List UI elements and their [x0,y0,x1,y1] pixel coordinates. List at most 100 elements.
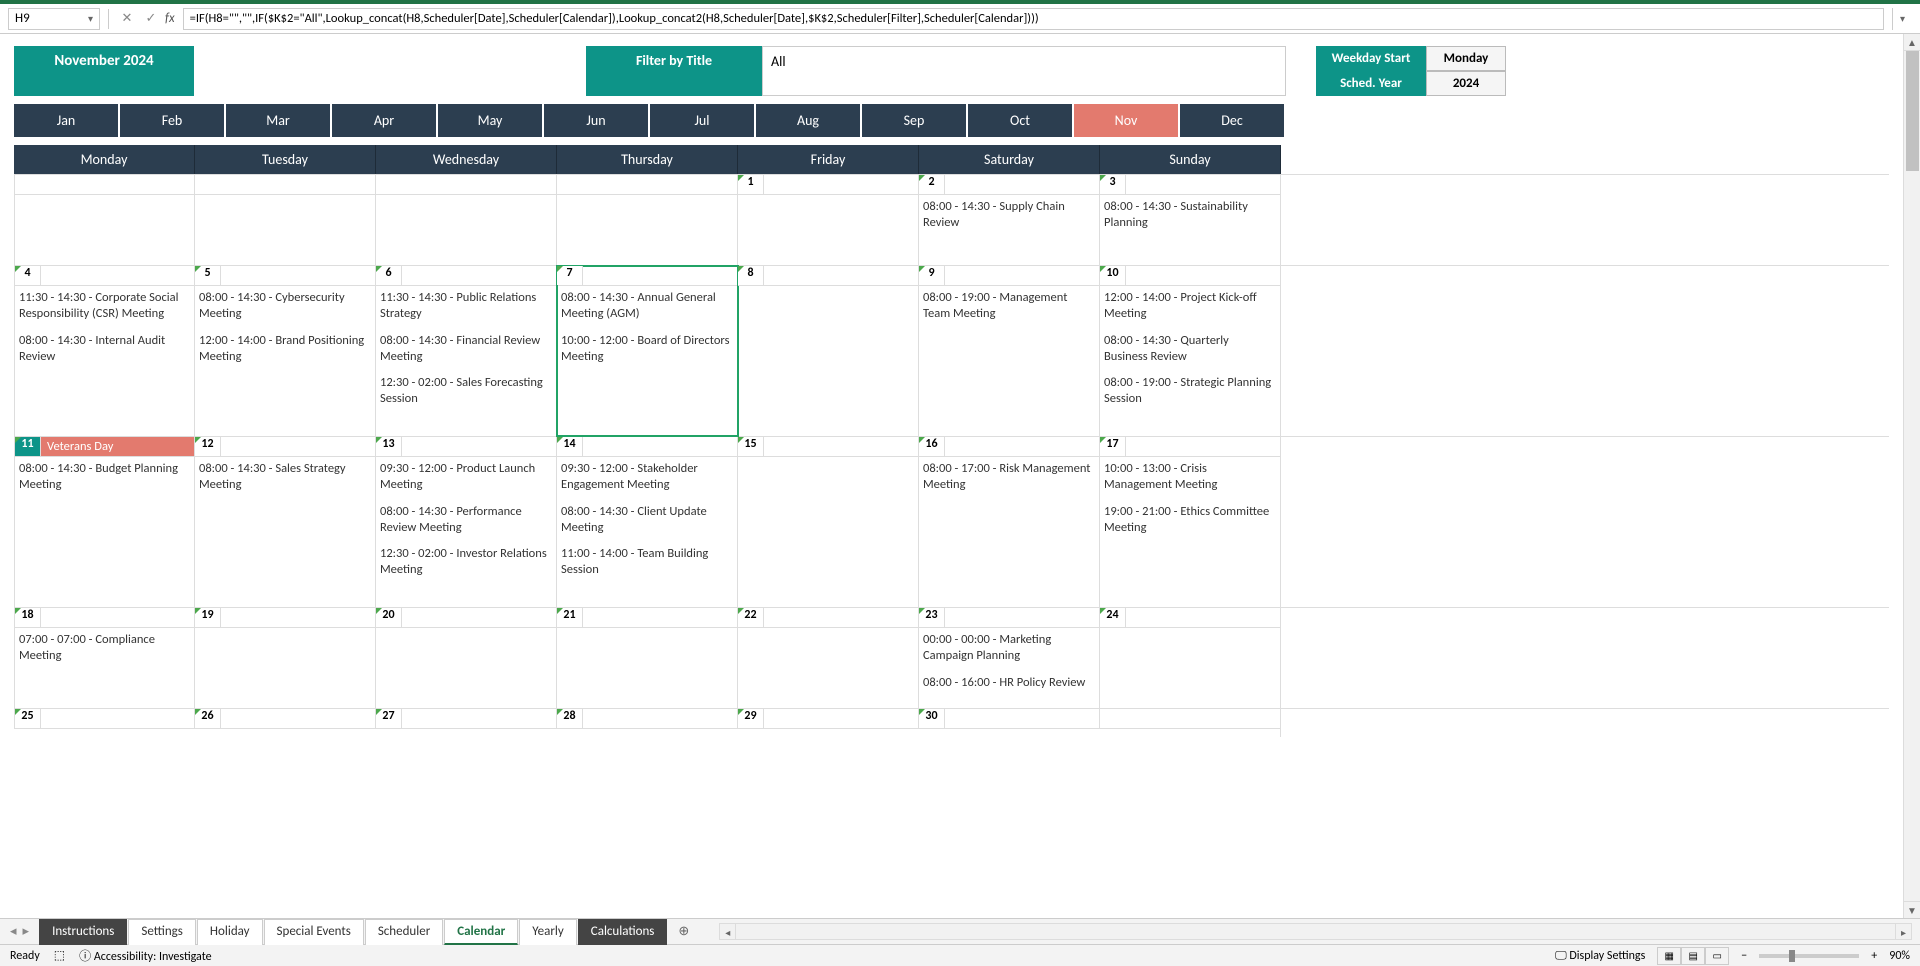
weekday-start-value[interactable]: Monday [1426,46,1506,71]
tab-nav-first-icon[interactable]: ◂ [10,924,17,939]
calendar-cell[interactable]: 2300:00 - 00:00 - Marketing Campaign Pla… [919,608,1100,708]
calendar-cell[interactable]: 1012:00 - 14:00 - Project Kick-off Meeti… [1100,266,1281,436]
date-label [402,709,556,728]
month-btn-aug[interactable]: Aug [756,104,860,137]
calendar-cell[interactable]: 508:00 - 14:30 - Cybersecurity Meeting12… [195,266,376,436]
sheet-tab-settings[interactable]: Settings [128,919,196,945]
calendar-cell[interactable] [195,175,376,265]
calendar-cell[interactable] [557,175,738,265]
calendar-cell[interactable]: 611:30 - 14:30 - Public Relations Strate… [376,266,557,436]
calendar-cell[interactable]: 28 [557,709,738,729]
sheet-tab-special-events[interactable]: Special Events [264,919,364,945]
status-ready: Ready [10,949,40,963]
event-entry: 08:00 - 14:30 - Internal Audit Review [19,333,188,366]
calendar-cell[interactable] [376,175,557,265]
calendar-cell[interactable]: 30 [919,709,1100,729]
calendar-cell[interactable]: 1409:30 - 12:00 - Stakeholder Engagement… [557,437,738,607]
day-header: Thursday [557,145,738,174]
fx-icon[interactable]: fx [165,11,175,26]
cancel-formula-icon[interactable]: ✕ [117,11,137,26]
sheet-tab-scheduler[interactable]: Scheduler [365,919,443,945]
month-btn-nov[interactable]: Nov [1074,104,1178,137]
month-btn-oct[interactable]: Oct [968,104,1072,137]
event-entry: 08:00 - 14:30 - Annual General Meeting (… [561,290,731,323]
filter-value[interactable]: All [762,46,1286,96]
date-number: 17 [1100,437,1126,456]
name-box-dropdown-icon[interactable]: ▾ [88,12,93,25]
scroll-up-icon[interactable]: ▲ [1904,34,1920,51]
date-number: 7 [557,266,583,285]
name-box[interactable]: H9 ▾ [8,8,100,30]
calendar-cell[interactable]: 1608:00 - 17:00 - Risk Management Meetin… [919,437,1100,607]
calendar-cell[interactable]: 22 [738,608,919,708]
calendar-cell[interactable]: 1208:00 - 14:30 - Sales Strategy Meeting [195,437,376,607]
date-label [583,709,737,728]
calendar-cell[interactable]: 208:00 - 14:30 - Supply Chain Review [919,175,1100,265]
calendar-cell[interactable]: 24 [1100,608,1281,708]
hscroll-right-icon[interactable]: ▸ [1895,923,1912,940]
calendar-cell[interactable]: 19 [195,608,376,708]
display-settings-icon: 🖵 [1555,949,1567,963]
events-area: 08:00 - 17:00 - Risk Management Meeting [919,457,1099,607]
event-entry: 08:00 - 19:00 - Management Team Meeting [923,290,1093,323]
scroll-down-icon[interactable]: ▼ [1904,901,1920,918]
month-btn-may[interactable]: May [438,104,542,137]
sheet-tab-holiday[interactable]: Holiday [197,919,263,945]
normal-view-icon[interactable]: ▦ [1657,947,1681,965]
sheet-tab-instructions[interactable]: Instructions [39,919,127,945]
month-btn-apr[interactable]: Apr [332,104,436,137]
month-btn-mar[interactable]: Mar [226,104,330,137]
calendar-cell[interactable]: 1807:00 - 07:00 - Compliance Meeting [14,608,195,708]
formula-input[interactable]: =IF(H8="","",IF($K$2="All",Lookup_concat… [183,8,1884,30]
month-btn-dec[interactable]: Dec [1180,104,1284,137]
calendar-cell[interactable]: 27 [376,709,557,729]
macro-record-icon[interactable]: ⬚ [54,948,65,963]
calendar-cell[interactable] [14,175,195,265]
month-btn-sep[interactable]: Sep [862,104,966,137]
calendar-cell[interactable]: 25 [14,709,195,729]
calendar-cell[interactable]: 26 [195,709,376,729]
zoom-in-icon[interactable]: + [1871,949,1877,963]
tab-nav-prev-icon[interactable]: ▸ [23,924,30,939]
zoom-level[interactable]: 90% [1889,949,1910,963]
sheet-tab-calculations[interactable]: Calculations [578,919,668,945]
calendar-cell[interactable]: 15 [738,437,919,607]
calendar-cell[interactable]: 1710:00 - 13:00 - Crisis Management Meet… [1100,437,1281,607]
month-btn-feb[interactable]: Feb [120,104,224,137]
events-area [738,457,918,607]
calendar-cell[interactable]: 7 08:00 - 14:30 - Annual General Meeting … [557,266,738,436]
hscroll-left-icon[interactable]: ◂ [719,923,736,940]
calendar-cell[interactable]: 411:30 - 14:30 - Corporate Social Respon… [14,266,195,436]
hscroll-track[interactable] [736,923,1895,940]
add-sheet-icon[interactable]: ⊕ [668,924,699,939]
sheet-tab-yearly[interactable]: Yearly [519,919,577,945]
zoom-slider[interactable] [1759,954,1859,958]
calendar-cell[interactable]: 8 [738,266,919,436]
calendar-cell[interactable]: 20 [376,608,557,708]
calendar-cell[interactable]: 21 [557,608,738,708]
page-break-view-icon[interactable]: ▭ [1705,947,1729,965]
accept-formula-icon[interactable]: ✓ [141,11,161,26]
calendar-cell[interactable]: 1 [738,175,919,265]
date-label [41,608,194,627]
accessibility-status[interactable]: ⓘ Accessibility: Investigate [79,947,211,964]
sheet-tab-calendar[interactable]: Calendar [444,919,518,945]
expand-formula-bar-icon[interactable]: ▾ [1892,8,1912,30]
calendar-cell[interactable] [1100,709,1281,737]
month-btn-jul[interactable]: Jul [650,104,754,137]
zoom-out-icon[interactable]: − [1741,949,1747,963]
calendar-cell[interactable]: 11Veterans Day08:00 - 14:30 - Budget Pla… [14,437,195,607]
scroll-thumb[interactable] [1906,51,1919,171]
calendar-cell[interactable]: 1309:30 - 12:00 - Product Launch Meeting… [376,437,557,607]
month-btn-jan[interactable]: Jan [14,104,118,137]
calendar-cell[interactable]: 908:00 - 19:00 - Management Team Meeting [919,266,1100,436]
event-entry: 19:00 - 21:00 - Ethics Committee Meeting [1104,504,1274,537]
day-header: Wednesday [376,145,557,174]
month-btn-jun[interactable]: Jun [544,104,648,137]
sched-year-value[interactable]: 2024 [1426,71,1506,96]
page-layout-view-icon[interactable]: ▤ [1681,947,1705,965]
vertical-scrollbar[interactable]: ▲ ▼ [1903,34,1920,918]
calendar-cell[interactable]: 308:00 - 14:30 - Sustainability Planning [1100,175,1281,265]
calendar-cell[interactable]: 29 [738,709,919,729]
display-settings-button[interactable]: 🖵 Display Settings [1555,949,1645,963]
